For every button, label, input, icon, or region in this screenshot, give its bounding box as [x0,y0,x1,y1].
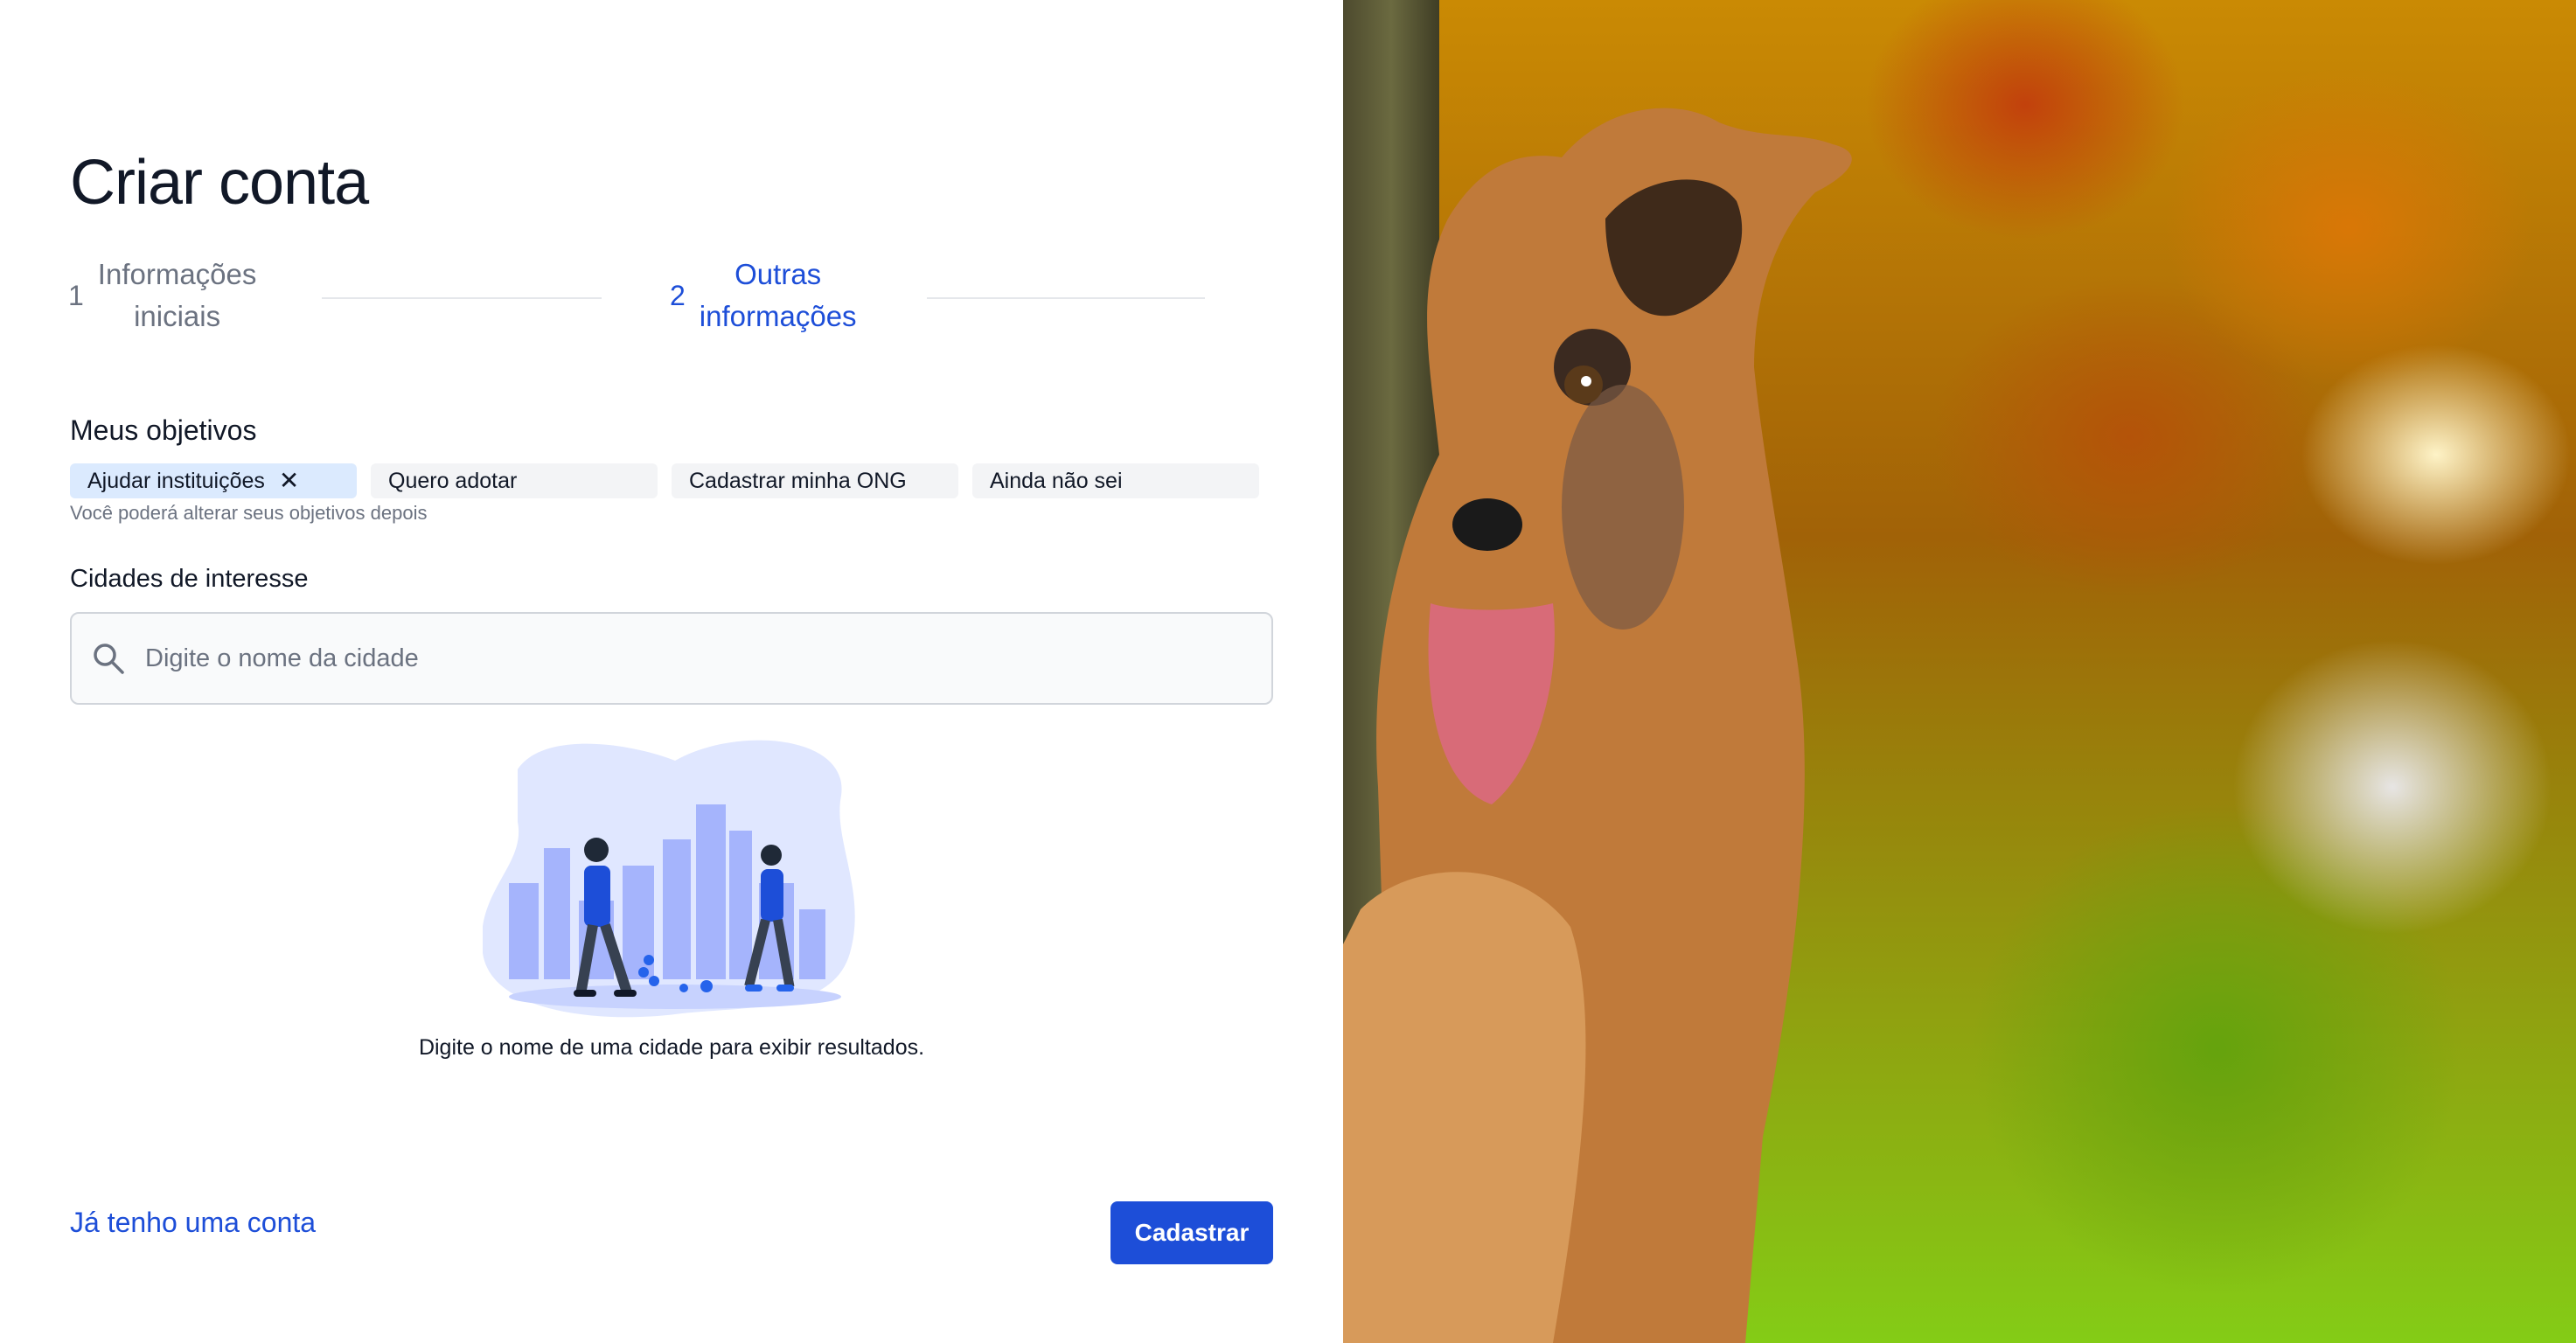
german-shepherd-dog-photo [1343,0,2576,1343]
chip-label: Quero adotar [388,468,518,493]
city-search-field[interactable] [70,612,1273,705]
step-1: 1 Informações iniciais [68,254,256,337]
page-title: Criar conta [70,148,369,218]
goals-label: Meus objetivos [70,414,257,446]
goals-chip-group: Ajudar instituições ✕ Quero adotar Cadas… [70,463,1259,498]
step-label-line: Outras [735,258,822,290]
step-label-line: iniciais [134,300,221,332]
cities-label: Cidades de interesse [70,565,309,593]
submit-button[interactable]: Cadastrar [1110,1201,1273,1264]
goal-chip-ajudar-instituicoes[interactable]: Ajudar instituições ✕ [70,463,357,498]
city-walkers-illustration [483,740,855,1018]
goals-helper-text: Você poderá alterar seus objetivos depoi… [70,502,428,524]
goal-chip-cadastrar-ong[interactable]: Cadastrar minha ONG [672,463,958,498]
chip-label: Ainda não sei [990,468,1123,493]
city-search-input[interactable] [145,644,1194,673]
step-label: Informações iniciais [98,254,257,337]
goal-chip-quero-adotar[interactable]: Quero adotar [371,463,658,498]
chip-label: Ajudar instituições [87,468,265,493]
search-icon [94,644,124,674]
step-2: 2 Outras informações [670,254,857,337]
step-number: 1 [68,279,84,311]
step-connector [322,297,602,299]
goal-chip-ainda-nao-sei[interactable]: Ainda não sei [972,463,1259,498]
step-label: Outras informações [700,254,857,337]
step-label-line: informações [699,300,857,332]
dog-figure [1343,108,1852,1343]
empty-state-text: Digite o nome de uma cidade para exibir … [418,1035,925,1060]
empty-state-message: Digite o nome de uma cidade para exibir … [0,1035,1343,1061]
login-link[interactable]: Já tenho uma conta [70,1207,316,1239]
step-connector [927,297,1205,299]
step-label-line: Informações [97,258,257,290]
step-number: 2 [670,279,686,311]
close-icon[interactable]: ✕ [279,469,299,493]
chip-label: Cadastrar minha ONG [689,468,907,493]
signup-panel: Criar conta 1 Informações iniciais 2 Out… [0,0,1343,1343]
